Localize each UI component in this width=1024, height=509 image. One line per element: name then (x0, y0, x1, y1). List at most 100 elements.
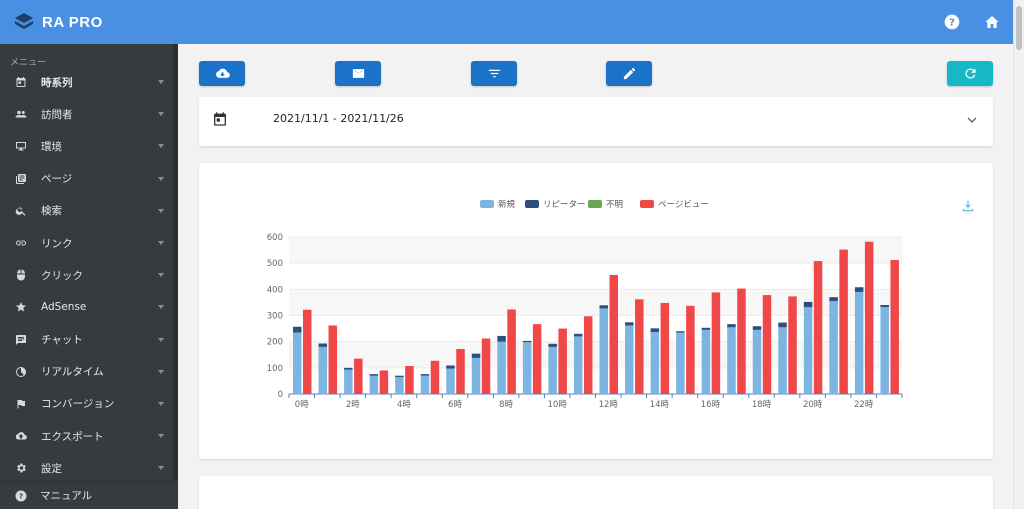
grid-band (289, 237, 902, 264)
gear-icon (14, 461, 28, 475)
bar-pageview (303, 309, 312, 394)
manual-label: マニュアル (40, 490, 93, 502)
bar-リピーター (395, 375, 404, 377)
refresh-button[interactable] (947, 61, 993, 86)
filter-icon (488, 69, 500, 78)
x-tick-label: 0時 (295, 400, 309, 410)
mail-icon (352, 69, 364, 78)
bar-リピーター (701, 327, 711, 330)
realtime-icon (14, 365, 28, 379)
bar-リピーター (497, 335, 506, 342)
sidebar-item-label: コンバージョン (41, 398, 115, 411)
bar-リピーター (854, 287, 864, 292)
home-button[interactable] (983, 13, 1001, 31)
chevron-down-icon[interactable] (967, 115, 977, 125)
x-tick-label: 18時 (752, 400, 772, 410)
caret-down-icon (158, 112, 164, 117)
next-card (199, 476, 993, 509)
caret-down-icon (158, 144, 164, 149)
sidebar-item-search[interactable]: 検索 (0, 195, 178, 227)
help-button[interactable]: ? (943, 13, 961, 31)
legend-label: ページビュー (658, 200, 709, 210)
bar-pageview (890, 260, 899, 394)
pencil-icon (623, 67, 635, 80)
x-tick-label: 10時 (548, 400, 568, 410)
page-scrollbar[interactable] (1013, 0, 1024, 509)
cloud-download-icon (215, 68, 230, 78)
bar-pageview (839, 249, 848, 394)
help-circle-icon: ? (14, 489, 28, 503)
sidebar-item-cloud-upload[interactable]: エクスポート (0, 420, 178, 452)
x-tick-label: 22時 (854, 400, 874, 410)
mail-button[interactable] (335, 61, 381, 86)
bar-新規 (599, 308, 608, 394)
x-tick-label: 4時 (397, 400, 411, 410)
date-range-card[interactable]: 2021/11/1 - 2021/11/26 (199, 97, 993, 146)
sidebar-item-chat[interactable]: チャット (0, 324, 178, 356)
legend-swatch (588, 200, 602, 208)
bar-pageview (864, 241, 874, 394)
sidebar-item-people[interactable]: 訪問者 (0, 98, 178, 130)
logo-icon (15, 13, 33, 29)
edit-button[interactable] (606, 61, 652, 86)
bar-pageview (481, 338, 491, 394)
sidebar-item-gear[interactable]: 設定 (0, 452, 178, 484)
pages-icon (14, 172, 28, 186)
sidebar-item-label: 時系列 (41, 76, 73, 89)
bar-リピーター (522, 340, 532, 343)
sidebar-item-flag[interactable]: コンバージョン (0, 388, 178, 420)
bar-新規 (701, 329, 711, 394)
sidebar-item-link[interactable]: リンク (0, 227, 178, 259)
page-scrollbar-thumb[interactable] (1016, 6, 1022, 50)
caret-down-icon (158, 466, 164, 471)
bar-新規 (548, 346, 557, 394)
bar-新規 (778, 327, 787, 394)
bar-pageview (354, 358, 363, 394)
sidebar-scrollbar[interactable] (173, 44, 178, 480)
sidebar-item-pages[interactable]: ページ (0, 163, 178, 195)
bar-pageview (609, 274, 618, 394)
manual-link[interactable]: ? マニュアル (0, 481, 178, 509)
bar-pageview (583, 316, 593, 394)
x-tick-label: 16時 (701, 400, 721, 410)
sidebar-item-calendar[interactable]: 時系列 (0, 66, 178, 98)
legend-label: リピーター (543, 200, 586, 210)
sidebar-item-label: クリック (41, 269, 83, 282)
bar-リピーター (625, 322, 634, 326)
bar-新規 (829, 301, 838, 394)
sidebar-item-label: リンク (41, 237, 73, 250)
sidebar-item-label: 訪問者 (41, 108, 73, 121)
bar-pageview (635, 299, 644, 394)
download-chart-icon[interactable] (961, 199, 975, 213)
sidebar-item-monitor[interactable]: 環境 (0, 130, 178, 162)
y-tick-label: 400 (267, 285, 283, 295)
monitor-icon (14, 139, 28, 153)
bar-新規 (420, 375, 430, 394)
sidebar-item-label: AdSense (41, 301, 87, 314)
x-tick-label: 20時 (803, 400, 823, 410)
bar-リピーター (420, 374, 430, 376)
caret-down-icon (158, 241, 164, 246)
refresh-icon (964, 68, 975, 79)
bar-リピーター (829, 297, 838, 302)
bar-リピーター (676, 331, 685, 333)
download-button[interactable] (199, 61, 245, 86)
sidebar-item-label: 検索 (41, 205, 62, 218)
mouse-icon (14, 268, 28, 282)
bar-pageview (558, 328, 567, 394)
calendar-icon (214, 112, 226, 126)
y-tick-label: 200 (267, 338, 283, 348)
filter-button[interactable] (471, 61, 517, 86)
brand[interactable]: RA PRO (0, 0, 178, 44)
bar-新規 (676, 332, 685, 394)
sidebar-item-star[interactable]: AdSense (0, 291, 178, 323)
caret-down-icon (158, 208, 164, 213)
y-tick-label: 500 (267, 259, 283, 269)
bar-リピーター (548, 343, 557, 347)
sidebar-item-mouse[interactable]: クリック (0, 259, 178, 291)
bar-pageview (430, 360, 440, 394)
bar-pageview (711, 292, 721, 394)
sidebar-item-realtime[interactable]: リアルタイム (0, 356, 178, 388)
bar-新規 (318, 346, 328, 394)
bar-リピーター (573, 333, 583, 337)
